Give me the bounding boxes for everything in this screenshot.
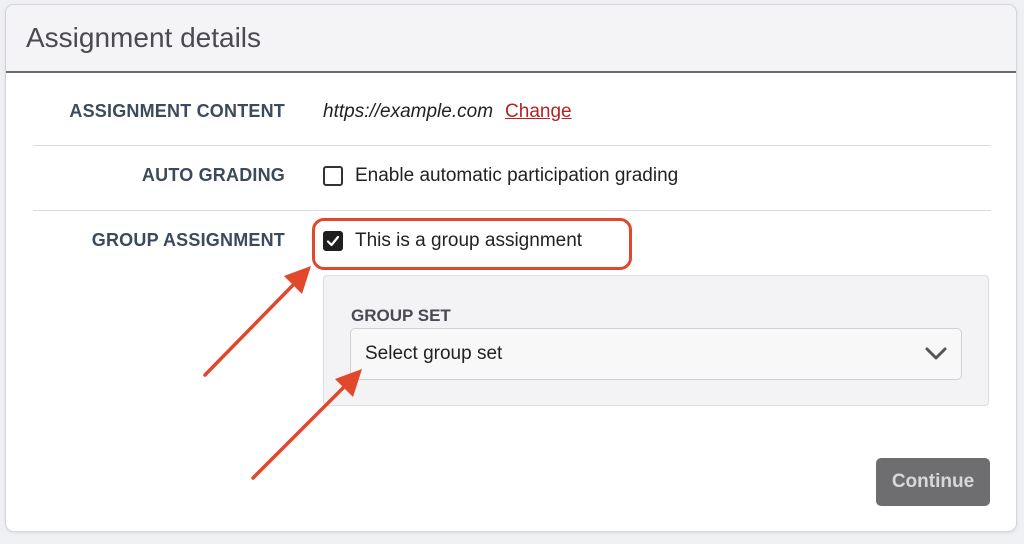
group-assignment-label: GROUP ASSIGNMENT: [91, 230, 285, 250]
group-set-selected-value: Select group set: [365, 343, 503, 364]
assignment-content-value: https://example.com Change: [323, 101, 572, 123]
auto-grading-checkbox-label[interactable]: Enable automatic participation grading: [355, 165, 678, 187]
assignment-content-label: ASSIGNMENT CONTENT: [69, 101, 285, 121]
assignment-content-row: ASSIGNMENT CONTENT https://example.com C…: [33, 101, 991, 123]
auto-grading-checkbox[interactable]: [323, 166, 343, 186]
chevron-down-icon: [925, 347, 947, 360]
assignment-url: https://example.com: [323, 101, 494, 122]
group-assignment-checkbox-label[interactable]: This is a group assignment: [355, 230, 582, 252]
group-set-select[interactable]: Select group set: [350, 328, 962, 380]
row-divider: [33, 145, 991, 146]
assignment-details-card: Assignment details ASSIGNMENT CONTENT ht…: [5, 4, 1017, 532]
group-assignment-checkbox[interactable]: [323, 231, 343, 251]
row-divider: [33, 210, 991, 211]
auto-grading-value: Enable automatic participation grading: [323, 165, 678, 187]
auto-grading-row: AUTO GRADING Enable automatic participat…: [33, 165, 991, 187]
card-header: Assignment details: [6, 5, 1016, 73]
auto-grading-label: AUTO GRADING: [141, 165, 285, 185]
group-set-panel: GROUP SET Select group set: [323, 275, 989, 406]
group-assignment-row: GROUP ASSIGNMENT This is a group assignm…: [33, 230, 991, 252]
group-set-label: GROUP SET: [351, 306, 451, 325]
change-link[interactable]: Change: [505, 101, 572, 123]
checkmark-icon: [326, 235, 340, 247]
page-title: Assignment details: [26, 22, 262, 53]
screen: Assignment details ASSIGNMENT CONTENT ht…: [0, 0, 1024, 544]
group-assignment-value: This is a group assignment: [323, 230, 582, 252]
continue-button[interactable]: Continue: [876, 458, 990, 506]
